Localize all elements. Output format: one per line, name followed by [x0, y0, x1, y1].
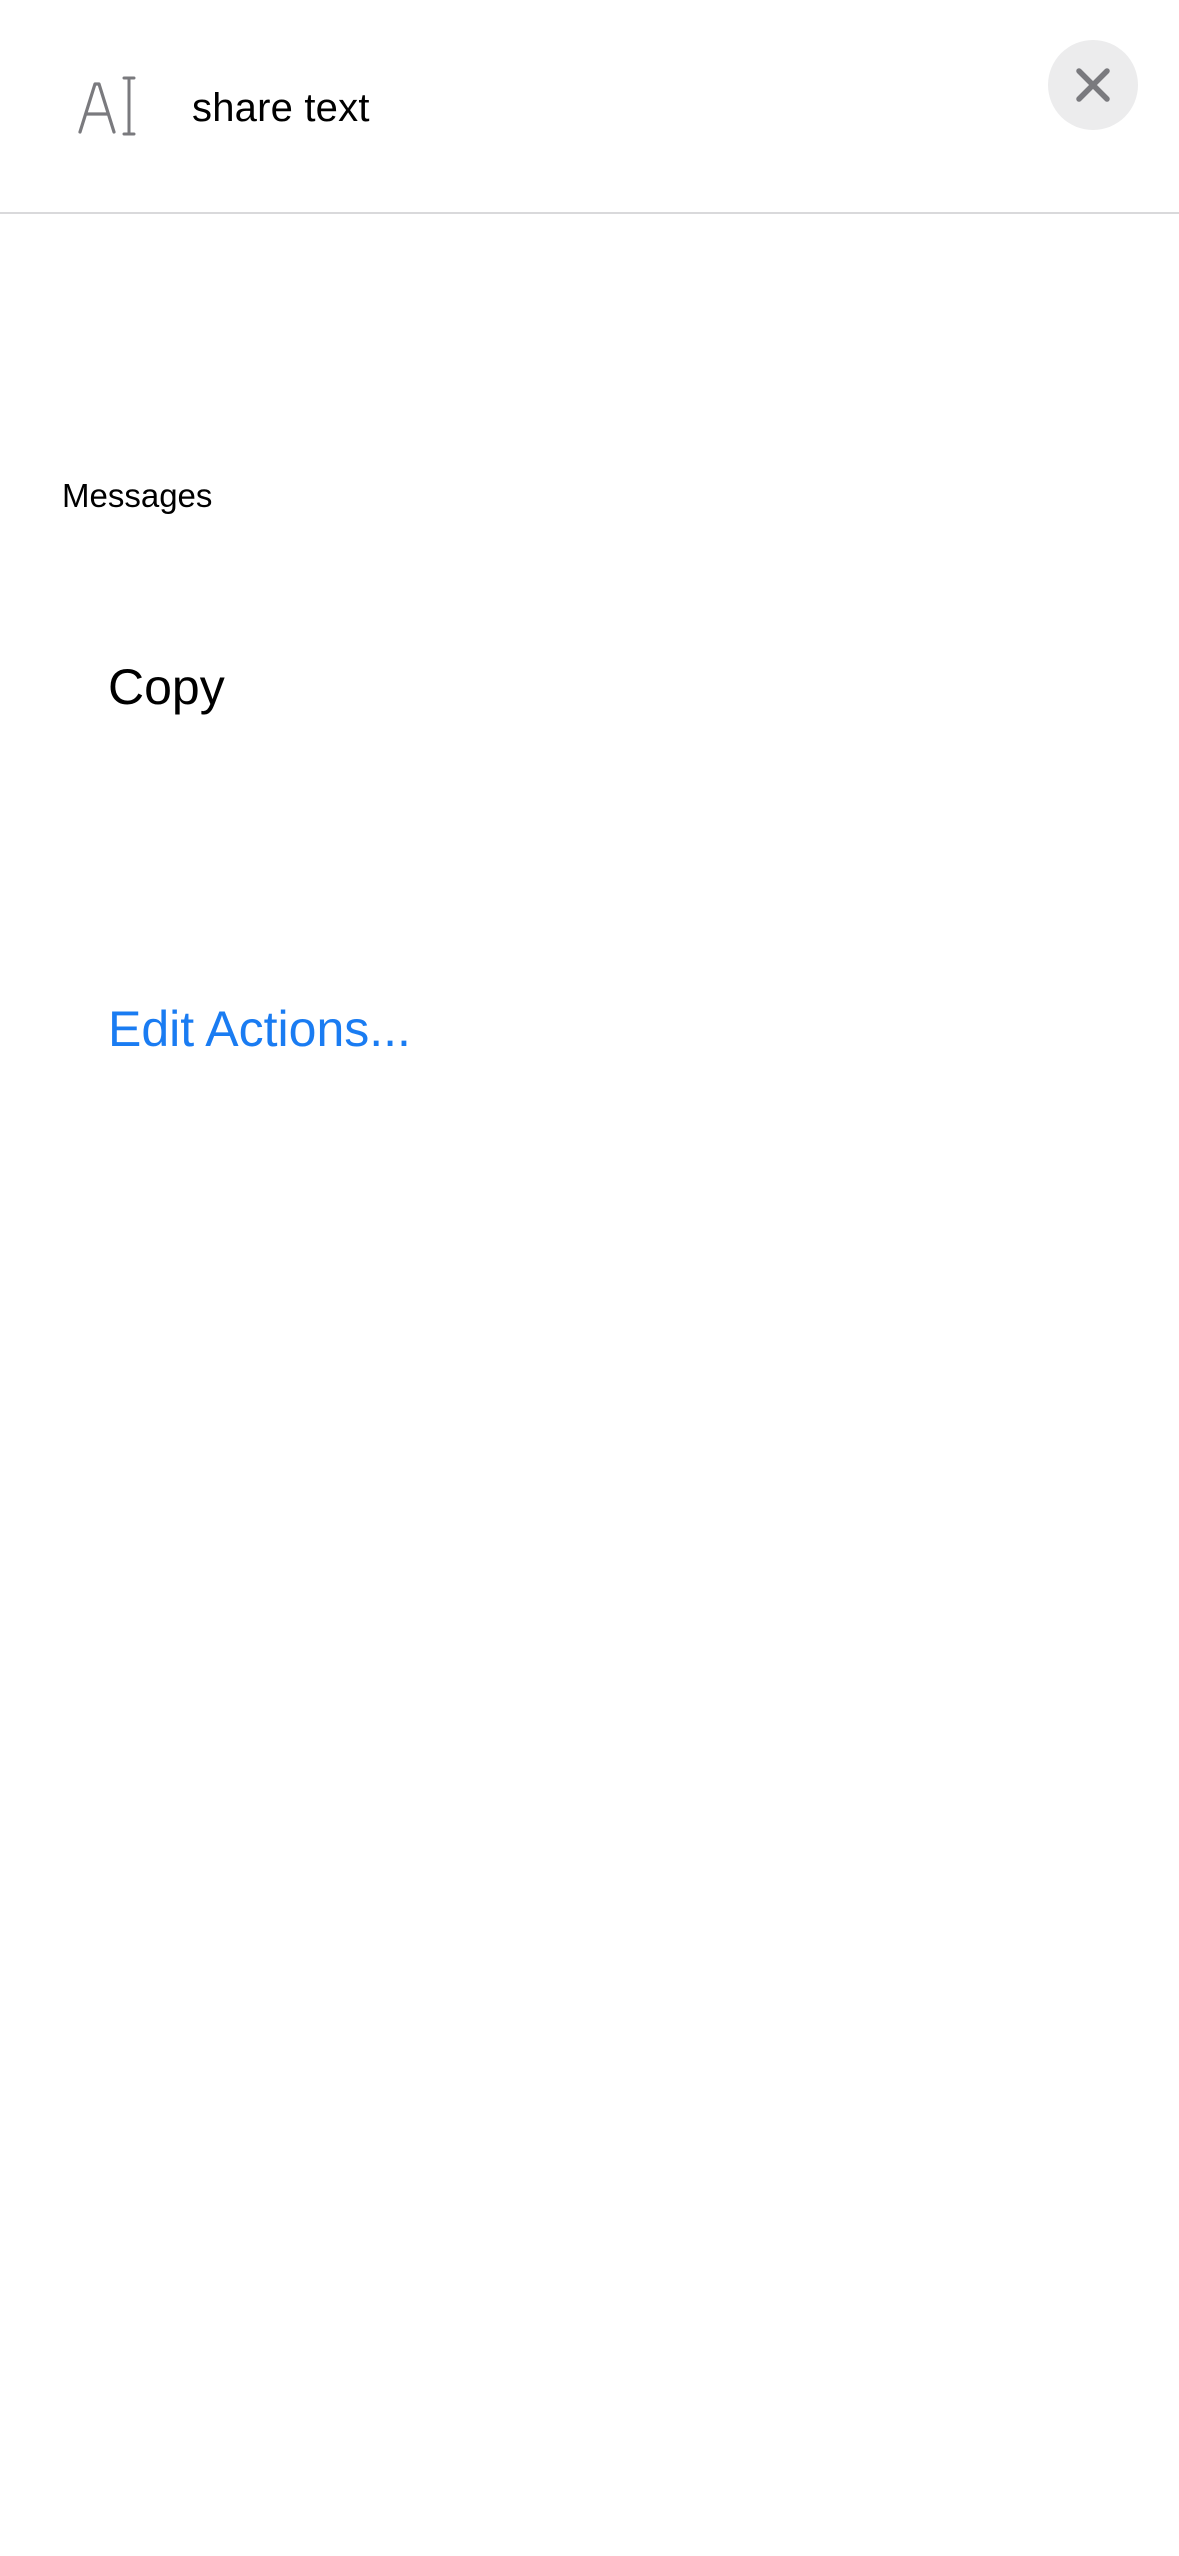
copy-action[interactable]: Copy — [108, 652, 225, 722]
close-icon — [1076, 68, 1110, 102]
close-button[interactable] — [1048, 40, 1138, 130]
sheet-title: share text — [192, 86, 370, 130]
sheet-header: share text — [0, 0, 1179, 214]
section-header-messages: Messages — [62, 477, 213, 514]
edit-actions-link[interactable]: Edit Actions... — [108, 994, 411, 1064]
share-sheet: share text Messages Copy Edit Actions... — [0, 0, 1179, 2556]
text-cursor-icon — [78, 76, 138, 138]
